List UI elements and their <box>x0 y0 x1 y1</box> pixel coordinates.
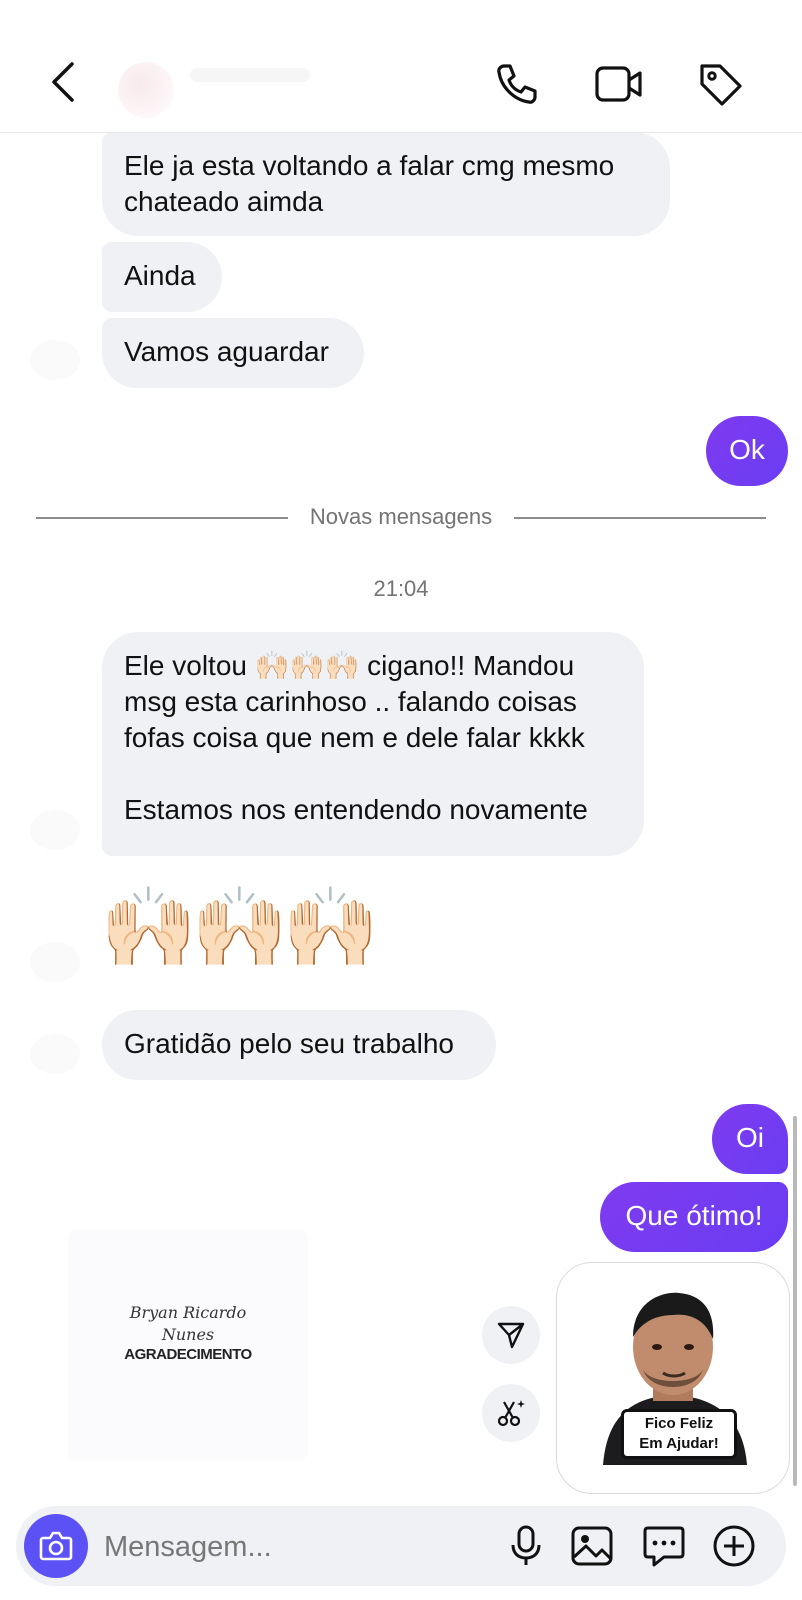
contact-avatar[interactable] <box>118 62 174 118</box>
plus-icon <box>713 1525 755 1567</box>
outgoing-message[interactable]: Oi <box>712 1104 788 1174</box>
message-composer <box>16 1506 786 1586</box>
scissors-sparkle-icon <box>497 1400 525 1427</box>
voice-message-button[interactable] <box>504 1524 548 1568</box>
message-input[interactable] <box>102 1524 486 1570</box>
sender-avatar <box>30 340 80 380</box>
message-thread[interactable]: Ele ja esta voltando a falar cmg mesmo c… <box>0 132 802 1502</box>
camera-button[interactable] <box>24 1514 88 1578</box>
outgoing-message[interactable]: Ok <box>706 416 788 486</box>
sticker-button[interactable] <box>642 1524 686 1568</box>
emoji-message[interactable]: 🙌🏻🙌🏻🙌🏻 <box>100 882 379 972</box>
caption-line: Fico Feliz <box>644 1415 714 1432</box>
signature-line: Bryan Ricardo <box>129 1303 247 1322</box>
chevron-left-icon <box>52 62 74 102</box>
sticker-caption: Fico Feliz Em Ajudar! <box>621 1409 737 1459</box>
image-icon <box>571 1526 613 1566</box>
chat-header <box>0 0 802 133</box>
video-camera-icon <box>595 66 642 102</box>
incoming-message[interactable]: Ele ja esta voltando a falar cmg mesmo c… <box>102 132 670 236</box>
signature-line: Nunes <box>161 1325 215 1344</box>
incoming-message[interactable]: Vamos aguardar <box>102 318 364 388</box>
scrollbar[interactable] <box>793 1116 797 1486</box>
phone-icon <box>497 64 537 104</box>
outgoing-message[interactable]: Que ótimo! <box>600 1182 788 1252</box>
send-icon <box>497 1322 525 1349</box>
more-options-button[interactable] <box>712 1524 756 1568</box>
divider-line <box>514 517 766 519</box>
share-button[interactable] <box>482 1306 540 1364</box>
sender-avatar <box>30 810 80 850</box>
gallery-button[interactable] <box>570 1524 614 1568</box>
contact-name[interactable] <box>190 68 310 82</box>
sticker-preview[interactable]: Bryan Ricardo Nunes AGRADECIMENTO <box>68 1230 308 1460</box>
tag-icon <box>700 64 742 106</box>
incoming-message[interactable]: Gratidão pelo seu trabalho <box>102 1010 496 1080</box>
incoming-message[interactable]: Ele voltou 🙌🏻🙌🏻🙌🏻 cigano!! Mandou msg es… <box>102 632 644 856</box>
back-button[interactable] <box>44 58 84 106</box>
tag-button[interactable] <box>696 60 744 108</box>
direct-message-screen: Ele ja esta voltando a falar cmg mesmo c… <box>0 0 802 1600</box>
sticker-title: AGRADECIMENTO <box>124 1346 252 1363</box>
chat-bubble-icon <box>643 1526 685 1567</box>
remix-button[interactable] <box>482 1384 540 1442</box>
signature-text: Bryan Ricardo Nunes <box>68 1302 308 1346</box>
sender-avatar <box>30 1034 80 1074</box>
new-messages-divider: Novas mensagens <box>36 502 766 532</box>
message-timestamp: 21:04 <box>373 576 429 601</box>
incoming-message[interactable]: Ainda <box>102 242 222 312</box>
caption-line: Em Ajudar! <box>639 1435 719 1452</box>
sender-avatar <box>30 942 80 982</box>
audio-call-button[interactable] <box>492 60 540 108</box>
video-call-button[interactable] <box>594 60 642 108</box>
sticker-message[interactable]: Fico Feliz Em Ajudar! <box>556 1262 790 1494</box>
camera-icon <box>39 1531 73 1561</box>
microphone-icon <box>511 1525 541 1565</box>
